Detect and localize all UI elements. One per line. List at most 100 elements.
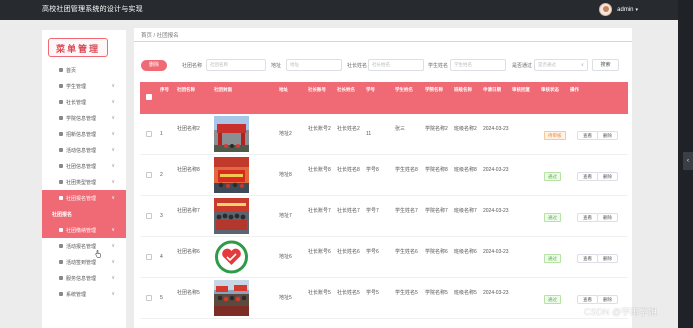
hand-cursor-icon (95, 250, 101, 258)
location-icon (59, 276, 63, 280)
status-badge: 通过 (544, 213, 561, 222)
sidebar-item[interactable]: 社团缴纳管理 ∨ (42, 222, 126, 238)
view-button[interactable]: 查看 (577, 131, 598, 140)
chevron-down-icon: ∨ (111, 99, 115, 105)
cell-student-no: 11 (366, 131, 372, 137)
grid-icon (59, 196, 63, 200)
sidebar-subitem-club-signup[interactable]: 社团报名 (42, 206, 126, 222)
sidebar-item[interactable]: 社团报名管理 ∨ (42, 190, 126, 206)
delete-button[interactable]: 删除 (597, 254, 618, 263)
sidebar-item[interactable]: 服务信息管理 ∨ (42, 270, 126, 286)
sidebar-item[interactable]: 系统管理 ∨ (42, 286, 126, 302)
sidebar-item-label: 学院信息管理 (66, 115, 97, 122)
cell-student-name: 张三 (395, 126, 406, 132)
sidebar-item[interactable]: 活动签到管理 ∨ (42, 254, 126, 270)
status-badge: 通过 (544, 172, 561, 181)
column-header: 社团封面 (214, 87, 232, 92)
search-button[interactable]: 搜索 (592, 59, 619, 71)
search-bar: 删除 社团名称 社团名称 地址 地址 社长姓名 社长姓名 学生姓名 学生姓名 是… (140, 59, 626, 73)
delete-button[interactable]: 删除 (597, 295, 618, 304)
cell-leader-account: 社长账号6 (308, 249, 331, 255)
cell-leader-account: 社长账号5 (308, 290, 331, 296)
sidebar-item-label: 社团信息管理 (66, 163, 97, 170)
sidebar-item[interactable]: 首页 (42, 62, 126, 78)
row-checkbox[interactable] (146, 172, 152, 178)
delete-button[interactable]: 删除 (597, 213, 618, 222)
sidebar-item[interactable]: 社团信息管理 ∨ (42, 158, 126, 174)
chevron-down-icon: ∨ (111, 163, 115, 169)
cell-college: 学院名称7 (425, 208, 448, 214)
address-input[interactable]: 地址 (286, 59, 342, 71)
cell-college: 学院名称8 (425, 167, 448, 173)
sidebar-item[interactable]: 招新信息管理 ∨ (42, 126, 126, 142)
leader-name-input[interactable]: 社长姓名 (368, 59, 424, 71)
cell-leader-name: 社长姓名5 (337, 290, 360, 296)
chevron-down-icon: ∨ (111, 179, 115, 185)
select-all-checkbox[interactable] (146, 94, 152, 100)
delete-button[interactable]: 删除 (597, 172, 618, 181)
top-bar: 高校社团管理系统的设计与实现 admin ▾ (0, 0, 678, 20)
column-header: 审核回复 (512, 87, 530, 92)
chevron-down-icon: ∨ (111, 195, 115, 201)
cell-leader-name: 社长姓名8 (337, 167, 360, 173)
approved-select[interactable]: 是否通过 ∨ (534, 59, 588, 71)
sidebar-item-label: 系统管理 (66, 291, 87, 298)
cell-student-name: 学生姓名5 (395, 290, 418, 296)
cell-class-name: 班级名称2 (454, 126, 477, 132)
sidebar-item[interactable]: 社团类型管理 ∨ (42, 174, 126, 190)
view-button[interactable]: 查看 (577, 295, 598, 304)
chevron-down-icon: ∨ (111, 131, 115, 137)
sidebar-item[interactable]: 活动信息管理 ∨ (42, 142, 126, 158)
view-button[interactable]: 查看 (577, 213, 598, 222)
club-name-input[interactable]: 社团名称 (206, 59, 266, 71)
grid-icon (59, 116, 63, 120)
user-menu[interactable]: admin ▾ (599, 3, 638, 16)
sidebar-item[interactable]: 学院信息管理 ∨ (42, 110, 126, 126)
cell-leader-account: 社长账号2 (308, 126, 331, 132)
row-checkbox[interactable] (146, 213, 152, 219)
row-checkbox[interactable] (146, 131, 152, 137)
cell-leader-account: 社长账号7 (308, 208, 331, 214)
delete-button[interactable]: 删除 (597, 131, 618, 140)
grid-icon (59, 132, 63, 136)
status-badge: 通过 (544, 254, 561, 263)
cell-leader-name: 社长姓名7 (337, 208, 360, 214)
table-body: 1 社团名称2 地址2 社长账号2 社长姓名2 11 张三 学院名称2 班级名称2 2024-03… (140, 114, 628, 319)
view-button[interactable]: 查看 (577, 172, 598, 181)
grid-icon (59, 164, 63, 168)
cell-student-name: 学生姓名6 (395, 249, 418, 255)
club-cover-image (214, 198, 249, 234)
collapse-handle[interactable]: ‹ (683, 152, 693, 170)
cell-index: 5 (160, 295, 163, 301)
student-name-input[interactable]: 学生姓名 (450, 59, 506, 71)
column-header: 审核状态 (541, 87, 559, 92)
sidebar-item[interactable]: 学生管理 ∨ (42, 78, 126, 94)
menu-title: 菜单管理 (48, 38, 108, 57)
avatar[interactable] (599, 3, 613, 16)
batch-delete-button[interactable]: 删除 (141, 60, 167, 71)
row-checkbox[interactable] (146, 254, 152, 260)
address-label: 地址 (271, 63, 282, 69)
column-header: 序号 (160, 87, 169, 92)
sidebar-item-label: 社团报名 (52, 211, 73, 218)
chevron-down-icon: ∨ (111, 227, 115, 233)
cell-student-name: 学生姓名7 (395, 208, 418, 214)
watermark: CSDN @宇雨学姐 (584, 307, 658, 317)
view-button[interactable]: 查看 (577, 254, 598, 263)
sidebar-item-label: 招新信息管理 (66, 131, 97, 138)
column-header: 操作 (570, 87, 579, 92)
column-header: 社长姓名 (337, 87, 355, 92)
sidebar-item-label: 社长管理 (66, 99, 87, 106)
grid-icon (59, 148, 63, 152)
leader-name-label: 社长姓名 (347, 63, 368, 69)
cell-class-name: 班级名称7 (454, 208, 477, 214)
grid-icon (59, 228, 63, 232)
admin-name[interactable]: admin (617, 7, 633, 13)
cell-class-name: 班级名称5 (454, 290, 477, 296)
caret-down-icon[interactable]: ▾ (635, 7, 638, 13)
cell-address: 地址8 (279, 172, 292, 178)
row-checkbox[interactable] (146, 295, 152, 301)
sidebar-item[interactable]: 社长管理 ∨ (42, 94, 126, 110)
cell-address: 地址2 (279, 131, 292, 137)
sidebar-item[interactable]: 活动报名管理 ∨ (42, 238, 126, 254)
